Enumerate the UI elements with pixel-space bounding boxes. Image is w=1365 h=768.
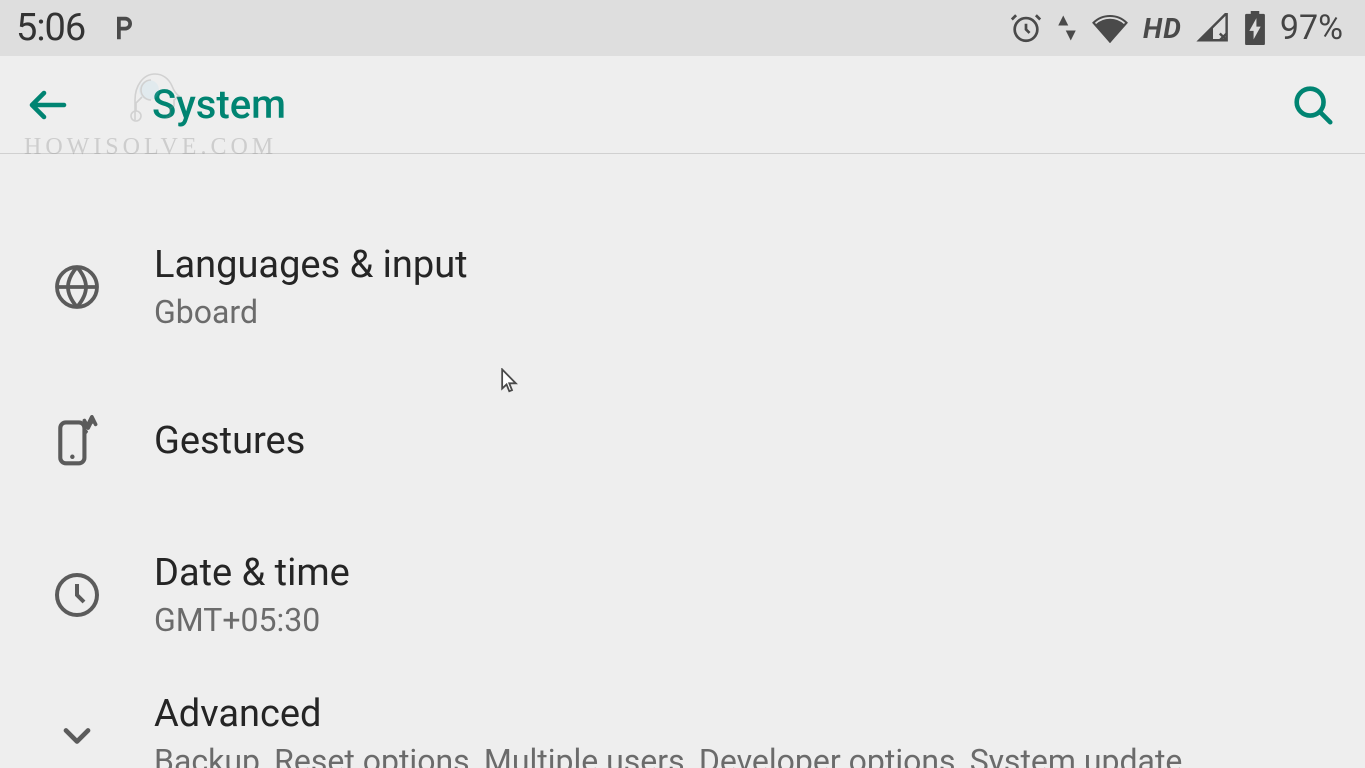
notification-p-icon: [107, 12, 137, 44]
hd-badge: HD: [1143, 12, 1182, 45]
list-item-subtitle: Backup, Reset options, Multiple users, D…: [154, 742, 1182, 768]
list-item-title: Languages & input: [154, 243, 468, 287]
settings-item-date-time[interactable]: Date & time GMT+05:30: [0, 518, 1365, 672]
list-item-title: Advanced: [154, 692, 1182, 736]
chevron-down-icon: [0, 714, 154, 758]
list-item-title: Date & time: [154, 551, 350, 595]
clock-icon: [0, 571, 154, 619]
app-bar: System: [0, 56, 1365, 154]
back-button[interactable]: [0, 57, 96, 153]
data-arrows-icon: [1057, 13, 1077, 43]
page-title: System: [152, 81, 286, 128]
list-item-subtitle: GMT+05:30: [154, 601, 350, 639]
search-button[interactable]: [1277, 69, 1349, 141]
arrow-back-icon: [24, 81, 72, 129]
gestures-icon: [0, 415, 154, 467]
wifi-icon: [1091, 13, 1129, 43]
battery-charging-icon: [1244, 11, 1266, 45]
status-bar: 5:06 HD: [0, 0, 1365, 56]
list-item-title: Gestures: [154, 419, 305, 463]
cellular-signal-icon: [1196, 13, 1230, 43]
settings-item-gestures[interactable]: Gestures: [0, 364, 1365, 518]
battery-percentage: 97%: [1280, 8, 1343, 48]
settings-item-advanced[interactable]: Advanced Backup, Reset options, Multiple…: [0, 672, 1365, 768]
settings-list[interactable]: Languages & input Gboard Gestures: [0, 154, 1365, 768]
globe-icon: [0, 263, 154, 311]
search-icon: [1290, 82, 1336, 128]
status-bar-left: 5:06: [16, 6, 137, 50]
alarm-icon: [1009, 11, 1043, 45]
settings-item-languages-input[interactable]: Languages & input Gboard: [0, 210, 1365, 364]
list-item-subtitle: Gboard: [154, 293, 468, 331]
status-bar-right: HD 97%: [1009, 8, 1343, 48]
status-time: 5:06: [16, 6, 85, 50]
